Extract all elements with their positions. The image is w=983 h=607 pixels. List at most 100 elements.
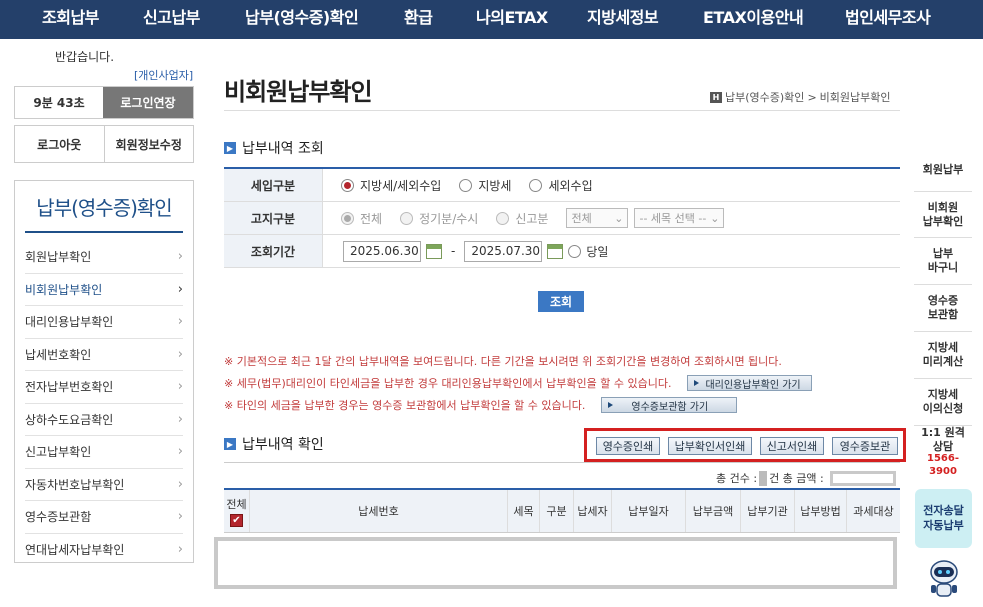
home-icon[interactable]: H <box>710 91 722 103</box>
calendar-icon[interactable] <box>426 243 442 259</box>
column-pay-amount: 납부금액 <box>686 490 741 532</box>
quick-receipt-box[interactable]: 영수증 보관함 <box>914 285 972 332</box>
calendar-icon[interactable] <box>547 243 564 259</box>
nav-item-refund[interactable]: 환급 <box>404 4 433 28</box>
quick-auto-pay[interactable]: 전자송달 자동납부 <box>915 489 972 548</box>
notice-type-row: 고지구분 전체 정기분/수시 신고분 전체 ⌄ -- 세목 선택 -- ⌄ <box>224 202 900 235</box>
note-text: ※ 기본적으로 최근 1달 간의 납부내역을 보여드립니다. 다른 기간을 보시… <box>224 355 782 368</box>
side-menu: 납부(영수증)확인 회원납부확인 › 비회원납부확인 › 대리인용납부확인 › 납세번… <box>14 180 194 563</box>
radio-local-tax[interactable] <box>459 178 473 192</box>
select-all-checkbox[interactable]: ✔ <box>230 513 243 527</box>
nav-item-local-tax-info[interactable]: 지방세정보 <box>587 4 659 28</box>
notice-type-select[interactable]: 전체 ⌄ <box>566 208 629 228</box>
sidebar-item-report-pay-check[interactable]: 신고납부확인 › <box>25 436 183 469</box>
column-type: 구분 <box>540 490 574 532</box>
income-type-row: 세입구분 지방세/세외수입 지방세 세외수입 <box>224 169 900 202</box>
note-item: ※ 기본적으로 최근 1달 간의 납부내역을 보여드립니다. 다른 기간을 보시… <box>224 350 812 372</box>
sidebar-item-nonmember-pay-check[interactable]: 비회원납부확인 › <box>25 274 183 306</box>
sidebar-item-member-pay-check[interactable]: 회원납부확인 › <box>25 241 183 274</box>
quick-pay-basket[interactable]: 납부 바구니 <box>914 238 972 285</box>
breadcrumb: H 납부(영수증)확인 > 비회원납부확인 <box>710 89 891 105</box>
sidebar-item-joint-taxpayer-check[interactable]: 연대납세자납부확인 › <box>25 534 183 567</box>
income-type-label: 세입구분 <box>224 169 323 201</box>
radio-label: 정기분/수시 <box>419 211 479 226</box>
quick-tax-precalc[interactable]: 지방세 미리계산 <box>914 332 972 379</box>
quick-menu: 회원납부 비회원 납부확인 납부 바구니 영수증 보관함 지방세 미리계산 지방… <box>914 148 972 478</box>
session-box: 9분 43초 로그인연장 <box>14 86 194 119</box>
sidebar-item-label: 대리인용납부확인 <box>25 315 114 330</box>
chevron-right-icon: › <box>177 444 183 460</box>
date-to-input[interactable]: 2025.07.30 <box>464 240 543 262</box>
print-payment-confirmation-button[interactable]: 납부확인서인쇄 <box>668 437 752 455</box>
radio-all[interactable] <box>341 211 354 225</box>
nav-item-receipt-check[interactable]: 납부(영수증)확인 <box>245 4 359 28</box>
date-from-input[interactable]: 2025.06.30 <box>343 240 421 262</box>
play-arrow-icon <box>694 380 700 386</box>
sidebar-item-vehicle-pay-check[interactable]: 자동차번호납부확인 › <box>25 469 183 501</box>
chevron-right-icon: › <box>177 314 183 330</box>
radio-today[interactable] <box>568 244 582 258</box>
consult-phone: 1566-3900 <box>927 453 959 477</box>
chevron-right-icon: › <box>177 379 183 395</box>
column-pay-date: 납부일자 <box>612 490 686 532</box>
sidebar-item-label: 전자납부번호확인 <box>25 380 114 395</box>
side-menu-list: 회원납부확인 › 비회원납부확인 › 대리인용납부확인 › 납세번호확인 › 전자납부번… <box>25 241 183 566</box>
sidebar-item-agent-pay-check[interactable]: 대리인용납부확인 › <box>25 306 183 339</box>
radio-label: 지방세 <box>478 178 512 193</box>
sidebar-item-label: 연대납세자납부확인 <box>25 543 125 558</box>
greeting-text: 반갑습니다. <box>55 50 115 64</box>
column-taxpayer: 납세자 <box>574 490 612 532</box>
go-agent-pay-check-button[interactable]: 대리인용납부확인 가기 <box>687 375 812 391</box>
radio-regular[interactable] <box>400 211 414 225</box>
sidebar-item-receipt-box[interactable]: 영수증보관함 › <box>25 501 183 534</box>
button-label: 영수증보관함 가기 <box>631 401 709 413</box>
radio-nontax[interactable] <box>529 178 543 192</box>
nav-item-my-etax[interactable]: 나의ETAX <box>476 4 548 28</box>
radio-report[interactable] <box>496 211 510 225</box>
edit-member-info-button[interactable]: 회원정보수정 <box>103 126 194 162</box>
nav-item-etax-guide[interactable]: ETAX이용안내 <box>703 4 804 28</box>
chevron-right-icon: › <box>177 542 183 558</box>
chevron-down-icon: ⌄ <box>614 211 624 225</box>
total-count-label: 총 건수 : <box>716 472 758 485</box>
extend-login-button[interactable]: 로그인연장 <box>103 87 193 118</box>
chatbot-robot-icon[interactable] <box>928 558 960 602</box>
sidebar-item-water-fee-check[interactable]: 상하수도요금확인 › <box>25 404 183 436</box>
search-section-title-text: 납부내역 조회 <box>242 141 324 157</box>
column-tax-number: 납세번호 <box>250 490 508 532</box>
session-timer: 9분 43초 <box>33 96 85 110</box>
nav-item-inquiry-pay[interactable]: 조회납부 <box>42 4 99 28</box>
radio-local-and-nontax[interactable] <box>341 178 354 192</box>
quick-tax-objection[interactable]: 지방세 이의신청 <box>914 379 972 426</box>
section-divider <box>224 462 900 463</box>
radio-label: 세외수입 <box>548 178 593 193</box>
store-receipt-button[interactable]: 영수증보관 <box>832 437 898 455</box>
biz-type-label: [개인사업자] <box>134 69 194 82</box>
nav-item-corp-tax-audit[interactable]: 법인세무조사 <box>845 4 931 28</box>
chevron-right-icon: › <box>177 346 183 362</box>
print-receipt-button[interactable]: 영수증인쇄 <box>596 437 660 455</box>
select-value: 전체 <box>571 212 592 225</box>
title-divider <box>224 110 900 111</box>
tax-item-select[interactable]: -- 세목 선택 -- ⌄ <box>634 208 725 228</box>
button-label: 대리인용납부확인 가기 <box>705 379 801 391</box>
logout-button[interactable]: 로그아웃 <box>15 126 104 162</box>
quick-remote-consult[interactable]: 1:1 원격 상담 1566-3900 <box>914 426 972 478</box>
go-receipt-box-button[interactable]: 영수증보관함 가기 <box>601 397 738 413</box>
table-header: 전체 ✔ 납세번호 세목 구분 납세자 납부일자 납부금액 납부기관 납부방법 … <box>224 490 900 533</box>
print-report-button[interactable]: 신고서인쇄 <box>760 437 824 455</box>
quick-member-pay[interactable]: 회원납부 <box>914 148 972 192</box>
sidebar-item-epay-number-check[interactable]: 전자납부번호확인 › <box>25 371 183 404</box>
result-table: 전체 ✔ 납세번호 세목 구분 납세자 납부일자 납부금액 납부기관 납부방법 … <box>224 488 900 533</box>
notice-type-options: 전체 정기분/수시 신고분 전체 ⌄ -- 세목 선택 -- ⌄ <box>323 202 900 234</box>
search-button[interactable]: 조회 <box>538 291 584 312</box>
total-count-value <box>759 470 768 486</box>
search-form: 세입구분 지방세/세외수입 지방세 세외수입 고지구분 전체 정기분/수시 신고… <box>224 167 900 268</box>
notes-list: ※ 기본적으로 최근 1달 간의 납부내역을 보여드립니다. 다른 기간을 보시… <box>224 350 812 416</box>
quick-nonmember-pay-check[interactable]: 비회원 납부확인 <box>914 192 972 238</box>
sidebar-item-label: 영수증보관함 <box>25 510 92 525</box>
nav-item-report-pay[interactable]: 신고납부 <box>143 4 200 28</box>
sidebar-item-tax-number-check[interactable]: 납세번호확인 › <box>25 339 183 371</box>
note-text: ※ 세무(법무)대리인이 타인세금을 납부한 경우 대리인용납부확인에서 납부확… <box>224 377 672 390</box>
breadcrumb-item-receipt-check[interactable]: 납부(영수증)확인 <box>725 89 804 105</box>
